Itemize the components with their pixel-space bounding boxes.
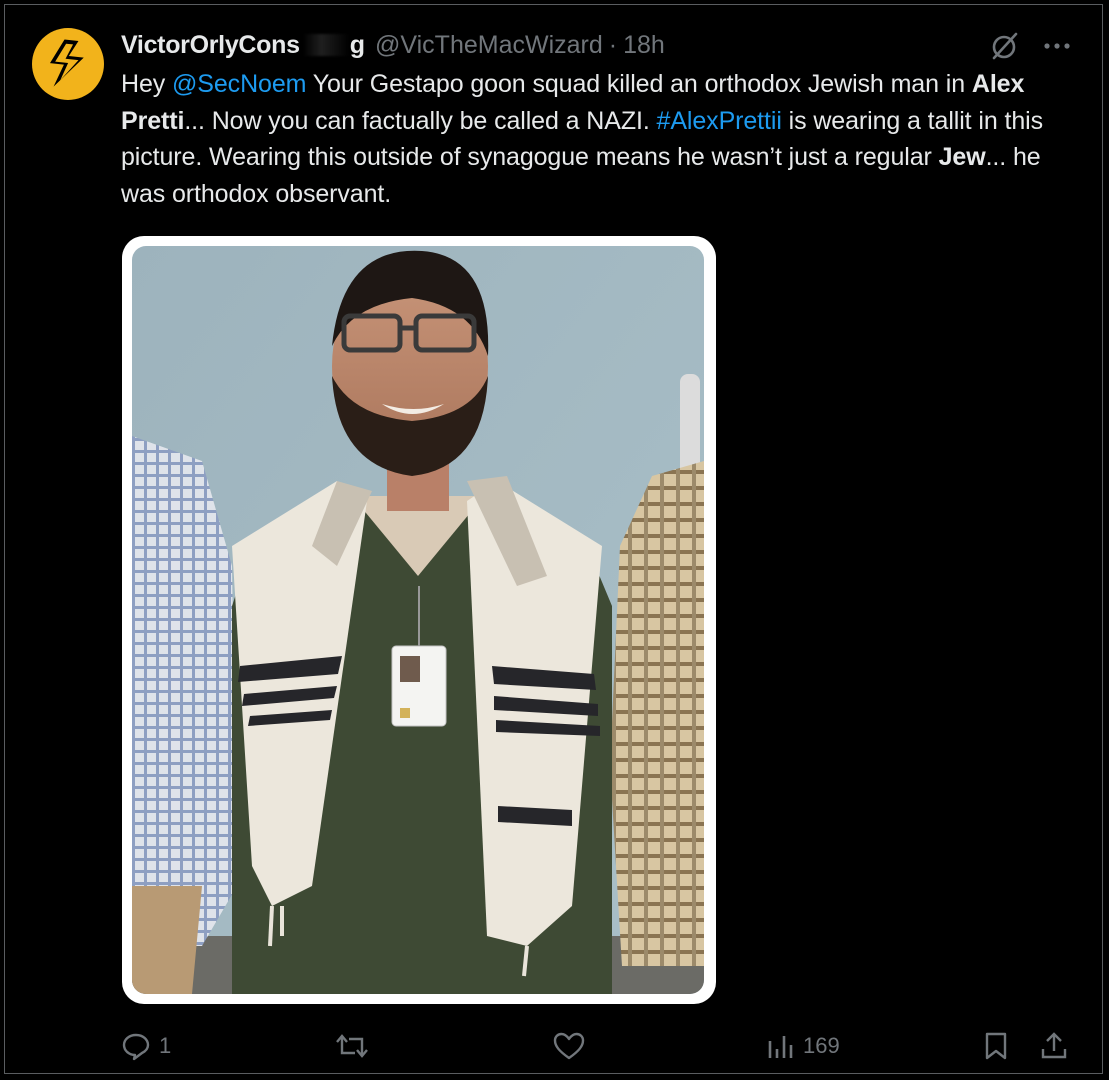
more-icon[interactable] xyxy=(1043,32,1071,60)
reply-count: 1 xyxy=(159,1033,172,1058)
tweet-media[interactable] xyxy=(122,236,716,1004)
tweet-header: VictorOrlyCons g @VicTheMacWizard · 18h xyxy=(121,27,665,63)
retweet-icon xyxy=(336,1034,368,1058)
action-bar: 1 169 xyxy=(121,1026,1073,1066)
display-name[interactable]: VictorOrlyCons xyxy=(121,31,300,60)
user-handle[interactable]: @VicTheMacWizard xyxy=(375,31,603,60)
views-button[interactable]: 169 xyxy=(767,1026,840,1066)
share-button[interactable] xyxy=(1039,1026,1069,1066)
bold-word: Jew xyxy=(938,143,986,171)
photo-illustration xyxy=(132,246,704,994)
mention-link[interactable]: @SecNoem xyxy=(172,70,306,98)
header-actions xyxy=(989,30,1071,62)
share-icon xyxy=(1041,1032,1067,1059)
bookmark-icon xyxy=(985,1032,1007,1060)
views-count: 169 xyxy=(803,1033,840,1058)
reply-button[interactable]: 1 xyxy=(121,1026,171,1066)
text-segment: Hey xyxy=(121,70,173,98)
display-name-tail[interactable]: g xyxy=(350,31,365,60)
like-button[interactable] xyxy=(553,1026,593,1066)
text-segment: ... Now you can factually be called a NA… xyxy=(184,106,657,135)
text-segment: Your Gestapo goon squad killed an orthod… xyxy=(306,70,972,98)
lightning-bolt-icon xyxy=(49,39,84,87)
reply-icon xyxy=(122,1033,150,1061)
hashtag-link[interactable]: #AlexPrettii xyxy=(657,107,782,135)
bookmark-button[interactable] xyxy=(983,1026,1009,1066)
retweet-button[interactable] xyxy=(335,1026,377,1066)
like-icon xyxy=(553,1032,585,1060)
tweet-text: Hey @SecNoem Your Gestapo goon squad kil… xyxy=(121,66,1081,212)
redaction-smudge xyxy=(302,34,349,56)
grok-icon[interactable] xyxy=(989,30,1021,62)
avatar[interactable] xyxy=(32,28,104,100)
separator-dot: · xyxy=(608,30,618,59)
views-icon xyxy=(768,1036,793,1058)
photo[interactable] xyxy=(132,246,704,994)
timestamp[interactable]: 18h xyxy=(623,31,665,60)
